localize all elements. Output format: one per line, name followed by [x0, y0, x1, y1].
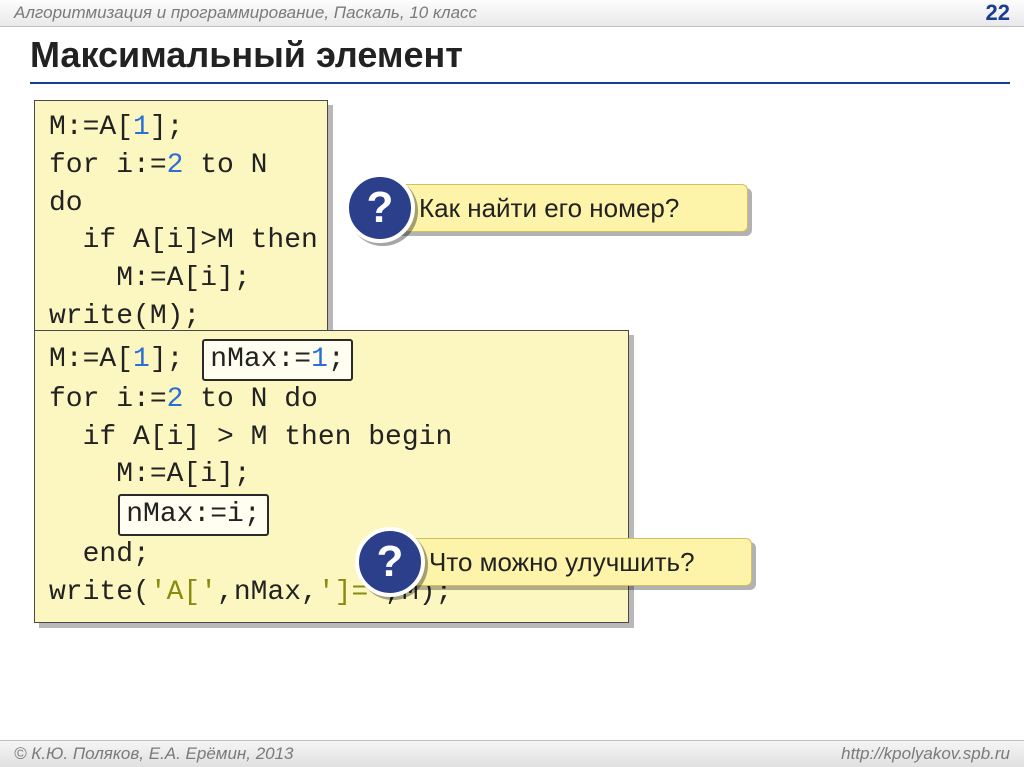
- code-line: if A[i]>M then: [49, 222, 313, 260]
- question-callout-2: ? Что можно улучшить?: [388, 538, 752, 586]
- footer-url: http://kpolyakov.spb.ru: [841, 744, 1010, 764]
- highlight-nmax-assign: nMax:=i;: [118, 494, 268, 536]
- highlight-nmax-init: nMax:=1;: [202, 339, 352, 381]
- code-line: M:=A[i];: [49, 456, 614, 494]
- question-text: Что можно улучшить?: [429, 547, 695, 578]
- question-text: Как найти его номер?: [419, 193, 679, 224]
- footer-bar: © К.Ю. Поляков, Е.А. Ерёмин, 2013 http:/…: [0, 740, 1024, 767]
- code-line: for i:=2 to N do: [49, 147, 313, 223]
- code-line: if A[i] > M then begin: [49, 419, 614, 457]
- question-callout-1: ? Как найти его номер?: [378, 184, 748, 232]
- code-line: nMax:=i;: [49, 494, 614, 536]
- question-mark-icon: ?: [345, 173, 415, 243]
- question-mark-icon: ?: [355, 527, 425, 597]
- page-title: Максимальный элемент: [30, 34, 463, 76]
- page-number: 22: [986, 0, 1010, 26]
- title-rule: [30, 82, 1010, 84]
- header-bar: Алгоритмизация и программирование, Паска…: [0, 0, 1024, 27]
- copyright: © К.Ю. Поляков, Е.А. Ерёмин, 2013: [14, 744, 294, 764]
- code-box-1: M:=A[1]; for i:=2 to N do if A[i]>M then…: [34, 100, 328, 347]
- breadcrumb: Алгоритмизация и программирование, Паска…: [14, 3, 477, 23]
- code-line: M:=A[1];: [49, 109, 313, 147]
- code-line: M:=A[1]; nMax:=1;: [49, 339, 614, 381]
- code-line: for i:=2 to N do: [49, 381, 614, 419]
- code-line: M:=A[i];: [49, 260, 313, 298]
